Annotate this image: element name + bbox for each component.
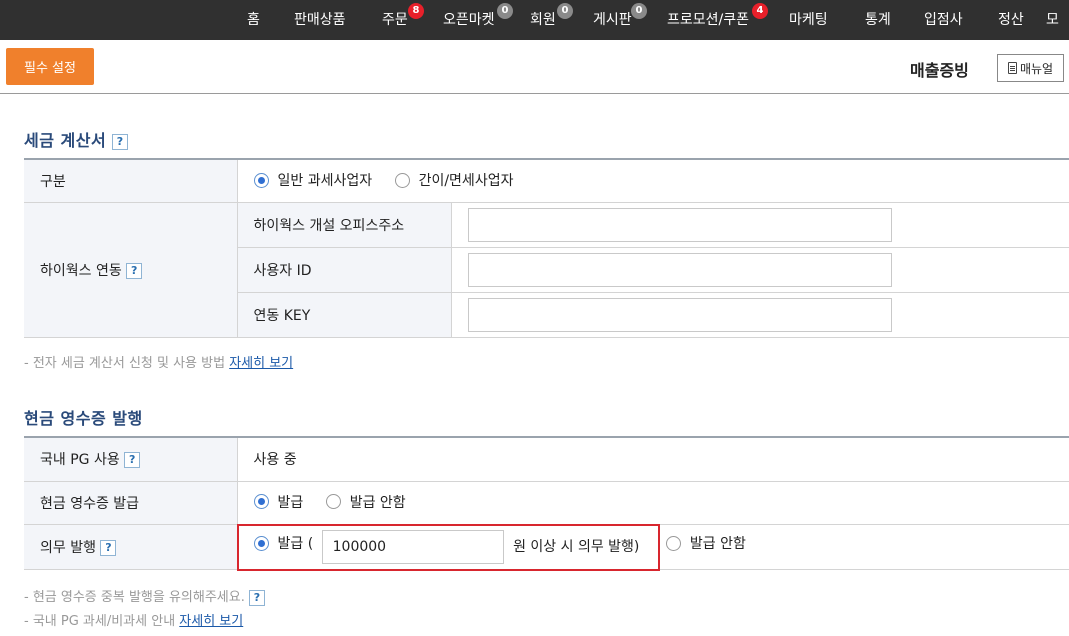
cash-receipt-issue-options: 발급 발급 안함 <box>237 481 1069 525</box>
office-address-label: 하이웍스 개설 오피스주소 <box>237 202 452 248</box>
tax-invoice-note: - 전자 세금 계산서 신청 및 사용 방법 자세히 보기 <box>24 352 293 371</box>
nav-board[interactable]: 게시판 <box>593 0 632 40</box>
nav-settlement[interactable]: 정산 <box>998 0 1024 40</box>
mandatory-issue-no-radio[interactable]: 발급 안함 <box>665 533 746 553</box>
pg-tax-note: - 국내 PG 과세/비과세 안내 자세히 보기 <box>24 610 243 629</box>
mandatory-amount-suffix: 원 이상 시 의무 발행) <box>513 538 640 555</box>
nav-more[interactable]: 모 <box>1046 0 1059 40</box>
issue-yes-label: 발급 <box>277 494 304 511</box>
radio-checked-icon <box>253 172 269 188</box>
mandatory-issue-yes-radio[interactable]: 발급 ( <box>253 533 314 553</box>
cash-receipt-section-title: 현금 영수증 발행 <box>24 409 143 428</box>
issue-no-label: 발급 안함 <box>349 494 406 511</box>
type-simple-radio[interactable]: 간이/면세사업자 <box>394 170 514 190</box>
nav-promotion-coupon[interactable]: 프로모션/쿠폰 <box>667 0 749 40</box>
orders-count-badge: 8 <box>408 3 424 19</box>
radio-checked-icon <box>253 535 269 551</box>
tax-invoice-section-title: 세금 계산서 ? <box>24 127 129 151</box>
members-count-badge: 0 <box>557 3 573 19</box>
manual-button[interactable]: 매뉴얼 <box>997 54 1064 82</box>
board-count-badge: 0 <box>631 3 647 19</box>
link-key-label: 연동 KEY <box>237 292 452 338</box>
help-icon[interactable]: ? <box>124 452 141 469</box>
help-icon[interactable]: ? <box>100 539 117 556</box>
open-market-count-badge: 0 <box>497 3 513 19</box>
top-navigation: 홈 판매상품 주문 8 오픈마켓 0 회원 0 게시판 0 프로모션/쿠폰 4 … <box>0 0 1069 40</box>
type-general-radio[interactable]: 일반 과세사업자 <box>253 170 373 190</box>
nav-home[interactable]: 홈 <box>247 0 260 40</box>
user-id-input[interactable] <box>467 252 892 287</box>
nav-open-market[interactable]: 오픈마켓 <box>443 0 495 40</box>
nav-members[interactable]: 회원 <box>530 0 556 40</box>
page-header: 필수 설정 매출증빙 매뉴얼 <box>0 40 1069 94</box>
tax-invoice-details-link[interactable]: 자세히 보기 <box>229 356 293 371</box>
manual-button-label: 매뉴얼 <box>1019 61 1054 76</box>
nav-sellers[interactable]: 입점사 <box>924 0 963 40</box>
issue-yes-radio[interactable]: 발급 <box>253 492 304 512</box>
nav-orders[interactable]: 주문 <box>382 0 408 40</box>
document-icon <box>1007 62 1017 74</box>
mandatory-issue-yes-label: 발급 ( <box>277 536 314 552</box>
radio-checked-icon <box>253 494 269 510</box>
radio-unchecked-icon <box>325 494 341 510</box>
mandatory-issue-options: 발급 ( 원 이상 시 의무 발행) 발급 안함 <box>237 524 1069 570</box>
duplicate-note: - 현금 영수증 중복 발행을 유의해주세요. ? <box>24 586 265 606</box>
cash-receipt-issue-label: 현금 영수증 발급 <box>24 481 238 525</box>
nav-marketing[interactable]: 마케팅 <box>789 0 828 40</box>
mandatory-issue-no-label: 발급 안함 <box>689 536 746 552</box>
promotion-count-badge: 4 <box>752 3 768 19</box>
hiworks-label-text: 하이웍스 연동 <box>40 262 122 279</box>
pg-usage-label: 국내 PG 사용 ? <box>24 437 238 482</box>
cash-receipt-table: 국내 PG 사용 ? 사용 중 현금 영수증 발급 발급 발급 안함 의무 발행… <box>24 436 1069 570</box>
pg-usage-value: 사용 중 <box>237 437 1069 482</box>
nav-statistics[interactable]: 통계 <box>865 0 891 40</box>
radio-unchecked-icon <box>394 172 410 188</box>
type-simple-label: 간이/면세사업자 <box>418 173 514 189</box>
page-title: 매출증빙 <box>910 61 969 80</box>
type-label: 구분 <box>24 159 238 203</box>
help-icon[interactable]: ? <box>249 589 265 606</box>
tax-invoice-note-text: - 전자 세금 계산서 신청 및 사용 방법 <box>24 356 226 371</box>
mandatory-issue-label: 의무 발행 ? <box>24 524 238 570</box>
duplicate-note-text: - 현금 영수증 중복 발행을 유의해주세요. <box>24 590 245 605</box>
help-icon[interactable]: ? <box>126 262 143 279</box>
help-icon[interactable]: ? <box>112 133 129 150</box>
hiworks-label: 하이웍스 연동 ? <box>24 202 238 338</box>
type-options: 일반 과세사업자 간이/면세사업자 <box>237 159 1069 203</box>
user-id-label: 사용자 ID <box>237 247 452 293</box>
link-key-input[interactable] <box>467 297 892 332</box>
mandatory-amount-input[interactable] <box>321 529 504 564</box>
tax-invoice-table: 구분 일반 과세사업자 간이/면세사업자 하이웍스 연동 ? 하이웍스 개설 오… <box>24 158 1069 338</box>
required-settings-button[interactable]: 필수 설정 <box>6 48 94 85</box>
pg-tax-details-link[interactable]: 자세히 보기 <box>179 614 243 629</box>
issue-no-radio[interactable]: 발급 안함 <box>325 492 406 512</box>
pg-tax-note-text: - 국내 PG 과세/비과세 안내 <box>24 614 176 629</box>
mandatory-issue-label-text: 의무 발행 <box>40 539 96 556</box>
tax-invoice-title-text: 세금 계산서 <box>24 131 107 150</box>
radio-unchecked-icon <box>665 535 681 551</box>
pg-usage-label-text: 국내 PG 사용 <box>40 452 120 469</box>
type-general-label: 일반 과세사업자 <box>277 173 373 189</box>
nav-products[interactable]: 판매상품 <box>294 0 346 40</box>
office-address-input[interactable] <box>467 207 892 242</box>
